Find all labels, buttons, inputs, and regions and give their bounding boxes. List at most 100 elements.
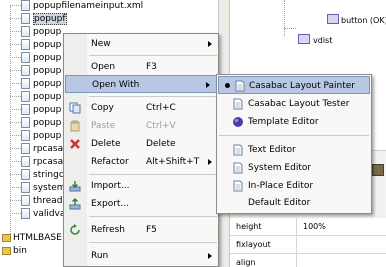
menu-item-shortcut: Delete [146, 139, 176, 149]
menu-item-shortcut: F3 [146, 62, 157, 72]
menu-item-shortcut: Alt+Shift+T [146, 157, 200, 167]
outline-connector [284, 0, 285, 36]
menu-item-refactor[interactable]: Refactor Alt+Shift+T [64, 153, 218, 171]
xml-file-icon [21, 39, 30, 50]
menu-item-import[interactable]: Import... [64, 177, 218, 195]
tree-branch [10, 96, 21, 97]
tree-item-selected[interactable]: popupf [0, 13, 230, 26]
tree-item-label: popup [33, 66, 62, 76]
property-row[interactable]: height 100% [230, 218, 386, 236]
menu-separator [219, 135, 369, 136]
outline-node-label[interactable]: button (OK) [341, 16, 386, 25]
menu-item-label: Open With [92, 80, 140, 90]
tree-item-label: HTMLBASE [13, 233, 62, 243]
xml-file-icon [21, 0, 30, 11]
menu-item-label: Refresh [91, 225, 125, 235]
menu-item-label: New [91, 39, 111, 49]
xml-file-icon [21, 169, 30, 180]
xml-file-icon [21, 130, 30, 141]
xml-file-icon [21, 13, 30, 24]
tree-branch [10, 161, 21, 162]
tree-branch [10, 70, 21, 71]
tree-item-label: popup [33, 40, 62, 50]
tree-item-label: popup [33, 118, 62, 128]
menu-item-label: Run [91, 251, 109, 261]
menu-separator [89, 242, 217, 243]
menu-item-new[interactable]: New [64, 35, 218, 53]
property-value[interactable] [296, 254, 386, 267]
property-row[interactable]: align [230, 254, 386, 267]
submenu-item-default-editor[interactable]: Default Editor [217, 194, 371, 212]
submenu-item-casabac-layout-tester[interactable]: Casabac Layout Tester [217, 95, 371, 113]
menu-separator [89, 55, 217, 56]
menu-item-copy[interactable]: Copy Ctrl+C [64, 99, 218, 117]
tree-branch [10, 213, 21, 214]
tree-item-label: popup [33, 27, 62, 37]
toolbar-icon[interactable] [372, 164, 384, 176]
tree-branch [10, 5, 21, 6]
tree-item-label: popup [33, 92, 62, 102]
xml-file-icon [21, 208, 30, 219]
delete-icon [70, 139, 80, 149]
menu-item-refresh[interactable]: Refresh F5 [64, 221, 218, 239]
tree-item-label: popupfilenameinput.xml [33, 1, 144, 11]
tree-item-label: popup [33, 131, 62, 141]
tree-item-label: popup [33, 79, 62, 89]
submenu-item-system-editor[interactable]: System Editor [217, 159, 371, 177]
menu-item-open[interactable]: Open F3 [64, 58, 218, 76]
menu-separator [89, 216, 217, 217]
submenu-item-text-editor[interactable]: Text Editor [217, 141, 371, 159]
xml-file-icon [21, 156, 30, 167]
menu-item-shortcut: Ctrl+V [146, 121, 176, 131]
submenu-arrow-icon [206, 82, 210, 88]
tree-branch [10, 44, 21, 45]
tree-branch [10, 109, 21, 110]
menu-item-export[interactable]: Export... [64, 195, 218, 213]
tree-branch [10, 122, 21, 123]
property-value[interactable] [296, 236, 386, 254]
tree-item-label: rpcasa [33, 157, 64, 167]
workspace: popupfilenameinput.xml popupf popup popu… [0, 0, 386, 267]
menu-item-label: Text Editor [248, 145, 296, 155]
menu-item-delete[interactable]: Delete Delete [64, 135, 218, 153]
outline-node-label[interactable]: vdist [313, 36, 332, 45]
menu-item-label: In-Place Editor [248, 181, 314, 191]
xml-file-icon [21, 65, 30, 76]
document-icon [233, 144, 243, 156]
tree-item-label: stringc [33, 170, 64, 180]
submenu-arrow-icon [208, 41, 212, 47]
template-icon [233, 117, 243, 127]
menu-item-paste[interactable]: Paste Ctrl+V [64, 117, 218, 135]
property-row[interactable]: fixlayout [230, 236, 386, 254]
menu-item-run[interactable]: Run [64, 247, 218, 265]
tree-branch [10, 200, 21, 201]
paste-icon [70, 120, 80, 132]
submenu-item-template-editor[interactable]: Template Editor [217, 113, 371, 131]
export-icon [69, 198, 81, 210]
context-menu: New Open F3 Open With Copy Ctrl+C Paste … [63, 33, 219, 267]
tree-item-label: system [33, 183, 66, 193]
tree-branch [10, 148, 21, 149]
tree-item-label: bin [13, 246, 27, 256]
menu-item-label: Export... [91, 199, 130, 209]
menu-item-label: Casabac Layout Painter [249, 81, 356, 91]
xml-file-icon [21, 26, 30, 37]
menu-item-label: Copy [91, 103, 114, 113]
property-key: align [236, 258, 256, 267]
tree-item[interactable]: popupfilenameinput.xml [0, 0, 230, 13]
submenu-item-casabac-layout-painter[interactable]: Casabac Layout Painter [218, 76, 370, 94]
tree-branch [10, 187, 21, 188]
menu-separator [89, 174, 217, 175]
property-value[interactable]: 100% [296, 218, 386, 236]
menu-item-label: Paste [91, 121, 116, 131]
xml-file-icon [21, 91, 30, 102]
xml-file-icon [21, 104, 30, 115]
tree-item-label: validva [33, 209, 66, 219]
menu-item-open-with[interactable]: Open With [65, 75, 217, 93]
document-icon [233, 162, 243, 174]
open-with-submenu: Casabac Layout Painter Casabac Layout Te… [216, 74, 372, 214]
menu-item-label: Casabac Layout Tester [248, 99, 350, 109]
menu-item-label: Default Editor [248, 198, 311, 208]
menu-item-label: Template Editor [248, 117, 319, 127]
submenu-item-in-place-editor[interactable]: In-Place Editor [217, 177, 371, 195]
